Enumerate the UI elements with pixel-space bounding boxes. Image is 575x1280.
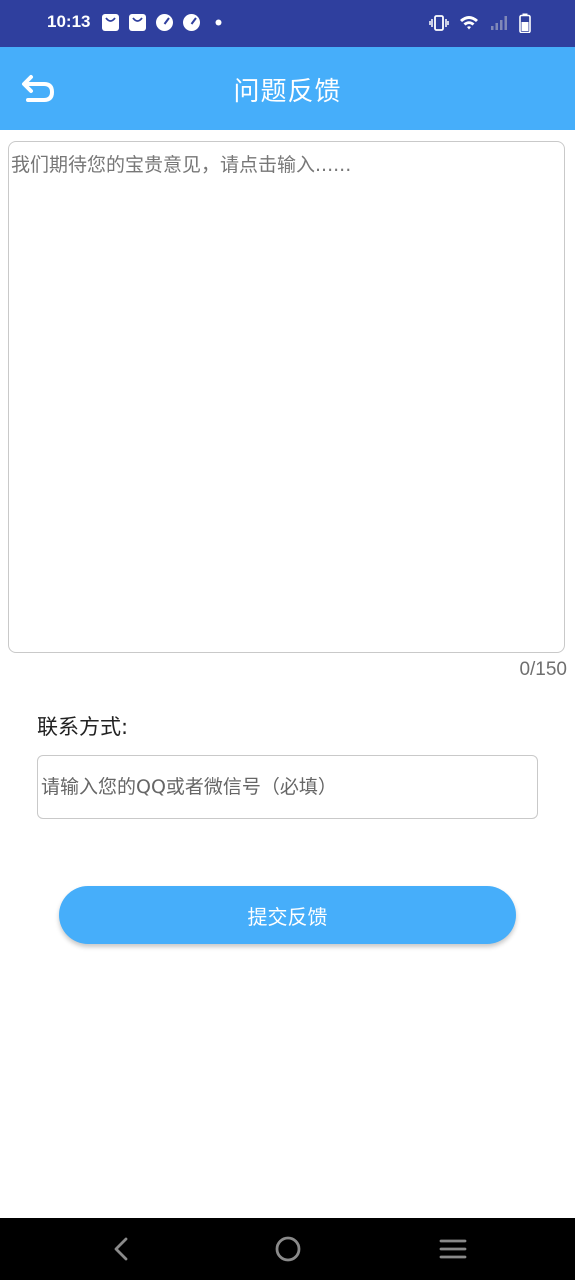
dot-icon xyxy=(215,19,222,26)
speedometer-icon xyxy=(156,14,173,31)
contact-input[interactable] xyxy=(37,755,538,819)
speedometer-icon xyxy=(183,14,200,31)
battery-icon xyxy=(519,13,531,33)
home-icon[interactable] xyxy=(273,1234,303,1264)
toolbar: 问题反馈 xyxy=(0,47,575,130)
status-time: 10:13 xyxy=(47,12,91,31)
wifi-icon xyxy=(460,16,478,30)
status-bar: 10:13 xyxy=(0,0,575,47)
submit-feedback-button[interactable]: 提交反馈 xyxy=(59,886,516,944)
notification-icons xyxy=(101,13,228,32)
recents-icon[interactable] xyxy=(438,1234,468,1264)
contact-label: 联系方式: xyxy=(37,715,129,739)
feedback-textarea[interactable] xyxy=(8,141,565,653)
character-counter: 0/150 xyxy=(519,659,567,680)
navigation-bar xyxy=(0,1218,575,1280)
back-icon[interactable] xyxy=(107,1234,137,1264)
vibrate-icon xyxy=(429,15,449,31)
page-title: 问题反馈 xyxy=(233,77,342,107)
system-icons xyxy=(429,13,531,33)
bag-icon xyxy=(129,14,146,31)
bag-icon xyxy=(102,14,119,31)
signal-icon xyxy=(491,16,507,30)
